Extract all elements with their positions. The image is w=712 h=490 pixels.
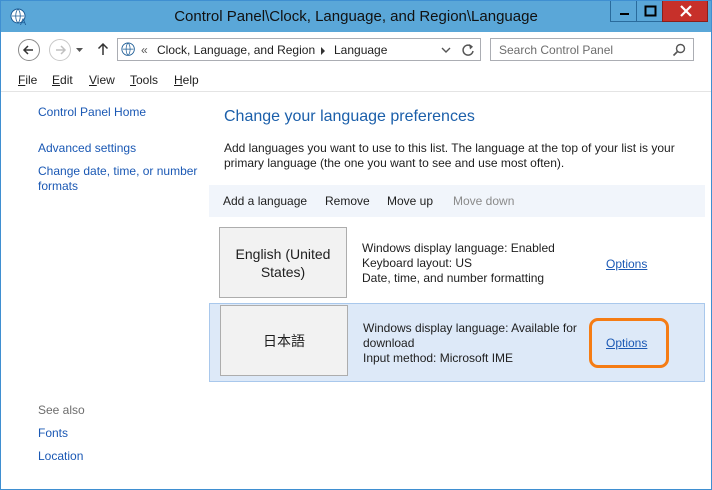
menu-tools-rest: ools <box>136 73 159 87</box>
minimize-button[interactable] <box>610 1 637 22</box>
search-icon[interactable] <box>672 43 686 57</box>
language-tile-japanese[interactable]: 日本語 <box>220 305 348 376</box>
see-also-heading: See also <box>38 403 85 417</box>
sidebar-link-change-date-time-cont[interactable]: formats <box>38 179 78 193</box>
remove-button[interactable]: Remove <box>325 194 370 208</box>
menu-view-rest: iew <box>96 73 115 87</box>
move-down-button: Move down <box>453 194 515 208</box>
sidebar-link-fonts[interactable]: Fonts <box>38 426 68 440</box>
language-info-line-1: Windows display language: Enabled <box>362 241 555 255</box>
search-input[interactable]: Search Control Panel <box>499 43 613 57</box>
forward-button[interactable] <box>49 39 71 61</box>
maximize-button[interactable] <box>636 1 663 22</box>
refresh-icon[interactable] <box>461 43 475 57</box>
menu-help-accel: H <box>174 73 183 87</box>
close-icon <box>680 5 692 17</box>
breadcrumb-clock-language-region[interactable]: Clock, Language, and Region <box>157 43 315 57</box>
maximize-icon <box>644 5 657 17</box>
menu-help[interactable]: Help <box>174 73 199 87</box>
language-tile-english[interactable]: English (United States) <box>219 227 347 298</box>
move-up-button[interactable]: Move up <box>387 194 433 208</box>
language-row-english[interactable]: English (United States) Windows display … <box>209 225 705 304</box>
language-info-line-3: Input method: Microsoft IME <box>363 351 514 365</box>
menu-view[interactable]: View <box>89 73 115 87</box>
menu-view-accel: V <box>89 73 97 87</box>
language-name-line-1: 日本語 <box>263 332 305 349</box>
close-button[interactable] <box>662 1 708 22</box>
language-info-line-1: Windows display language: Available for <box>363 321 577 335</box>
forward-arrow-icon <box>56 45 67 55</box>
menu-tools[interactable]: Tools <box>130 73 158 87</box>
navigation-toolbar: « Clock, Language, and Region Language S… <box>1 32 711 67</box>
minimize-icon <box>620 13 629 15</box>
address-bar[interactable]: « Clock, Language, and Region Language <box>117 38 481 61</box>
address-dropdown-chevron-icon[interactable] <box>441 47 451 54</box>
sidebar-link-advanced-settings[interactable]: Advanced settings <box>38 141 136 155</box>
title-bar: A Control Panel\Clock, Language, and Reg… <box>1 1 711 32</box>
language-command-bar: Add a language Remove Move up Move down <box>209 185 705 217</box>
language-name-line-1: English (United <box>235 245 331 262</box>
page-description: Add languages you want to use to this li… <box>224 141 684 171</box>
back-arrow-icon <box>22 45 33 55</box>
description-line-1: Add languages you want to use to this li… <box>224 141 675 155</box>
language-info-japanese: Windows display language: Available for … <box>363 321 593 366</box>
up-arrow-icon[interactable] <box>97 42 109 56</box>
back-button[interactable] <box>18 39 40 61</box>
breadcrumb-separator-icon[interactable] <box>320 47 326 55</box>
language-info-line-2: download <box>363 336 415 350</box>
language-info-english: Windows display language: Enabled Keyboa… <box>362 241 592 286</box>
sidebar-link-control-panel-home[interactable]: Control Panel Home <box>38 105 146 119</box>
language-location-icon <box>121 42 135 56</box>
sidebar-link-change-date-time[interactable]: Change date, time, or number <box>38 164 197 178</box>
page-title: Change your language preferences <box>224 108 475 125</box>
menu-bar: File Edit View Tools Help <box>1 67 711 92</box>
search-box[interactable]: Search Control Panel <box>490 38 694 61</box>
add-language-button[interactable]: Add a language <box>223 194 307 208</box>
sidebar-link-location[interactable]: Location <box>38 449 83 463</box>
options-highlight-annotation <box>589 318 669 368</box>
language-info-line-3: Date, time, and number formatting <box>362 271 545 285</box>
recent-locations-chevron-icon[interactable] <box>75 46 84 54</box>
menu-file-rest: ile <box>25 73 38 87</box>
menu-help-rest: elp <box>182 73 199 87</box>
control-panel-window: A Control Panel\Clock, Language, and Reg… <box>0 0 712 490</box>
language-info-line-2: Keyboard layout: US <box>362 256 473 270</box>
breadcrumb-overflow[interactable]: « <box>141 43 148 57</box>
menu-edit-rest: dit <box>60 73 73 87</box>
menu-file[interactable]: File <box>18 73 37 87</box>
menu-edit-accel: E <box>52 73 61 87</box>
breadcrumb-language[interactable]: Language <box>334 43 387 57</box>
description-line-2: primary language (the one you want to se… <box>224 156 565 170</box>
options-link-english[interactable]: Options <box>606 257 647 271</box>
language-name-line-2: States) <box>260 263 306 280</box>
menu-edit[interactable]: Edit <box>52 73 73 87</box>
window-title: Control Panel\Clock, Language, and Regio… <box>174 8 538 25</box>
